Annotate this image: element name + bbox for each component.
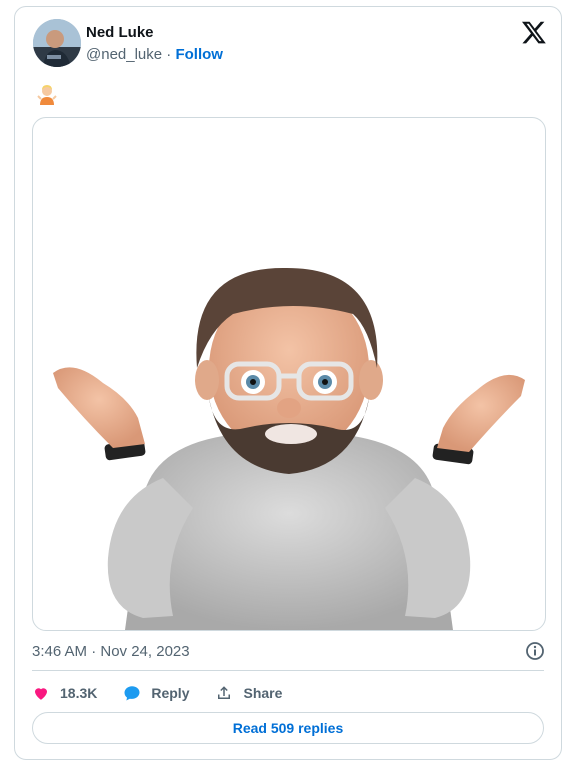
action-bar: 18.3K Reply Share bbox=[32, 681, 308, 705]
share-label: Share bbox=[243, 685, 283, 701]
separator: · bbox=[162, 46, 176, 63]
author-handle[interactable]: @ned_luke bbox=[86, 46, 162, 63]
divider bbox=[32, 670, 544, 671]
handle-row: @ned_luke · Follow bbox=[86, 46, 223, 63]
reply-label: Reply bbox=[151, 685, 190, 701]
follow-button[interactable]: Follow bbox=[175, 46, 223, 63]
tweet-timestamp[interactable]: 3:46 AM · Nov 24, 2023 bbox=[32, 643, 190, 660]
reply-bubble-icon bbox=[124, 686, 140, 701]
read-replies-button[interactable]: Read 509 replies bbox=[32, 712, 544, 744]
tweet-card: Ned Luke @ned_luke · Follow 3:46 AM · No… bbox=[14, 6, 562, 760]
author-name[interactable]: Ned Luke bbox=[86, 24, 154, 41]
share-button[interactable]: Share bbox=[215, 684, 282, 702]
tweet-media-image[interactable] bbox=[32, 117, 546, 631]
like-button[interactable]: 18.3K bbox=[32, 684, 97, 702]
avatar[interactable] bbox=[33, 19, 81, 67]
heart-icon bbox=[35, 688, 47, 700]
like-count: 18.3K bbox=[60, 685, 98, 701]
x-logo-icon[interactable] bbox=[521, 19, 547, 45]
info-icon[interactable] bbox=[525, 641, 545, 661]
person-shrugging-emoji-icon bbox=[37, 85, 57, 105]
reply-button[interactable]: Reply bbox=[123, 684, 189, 702]
share-icon bbox=[218, 686, 231, 699]
